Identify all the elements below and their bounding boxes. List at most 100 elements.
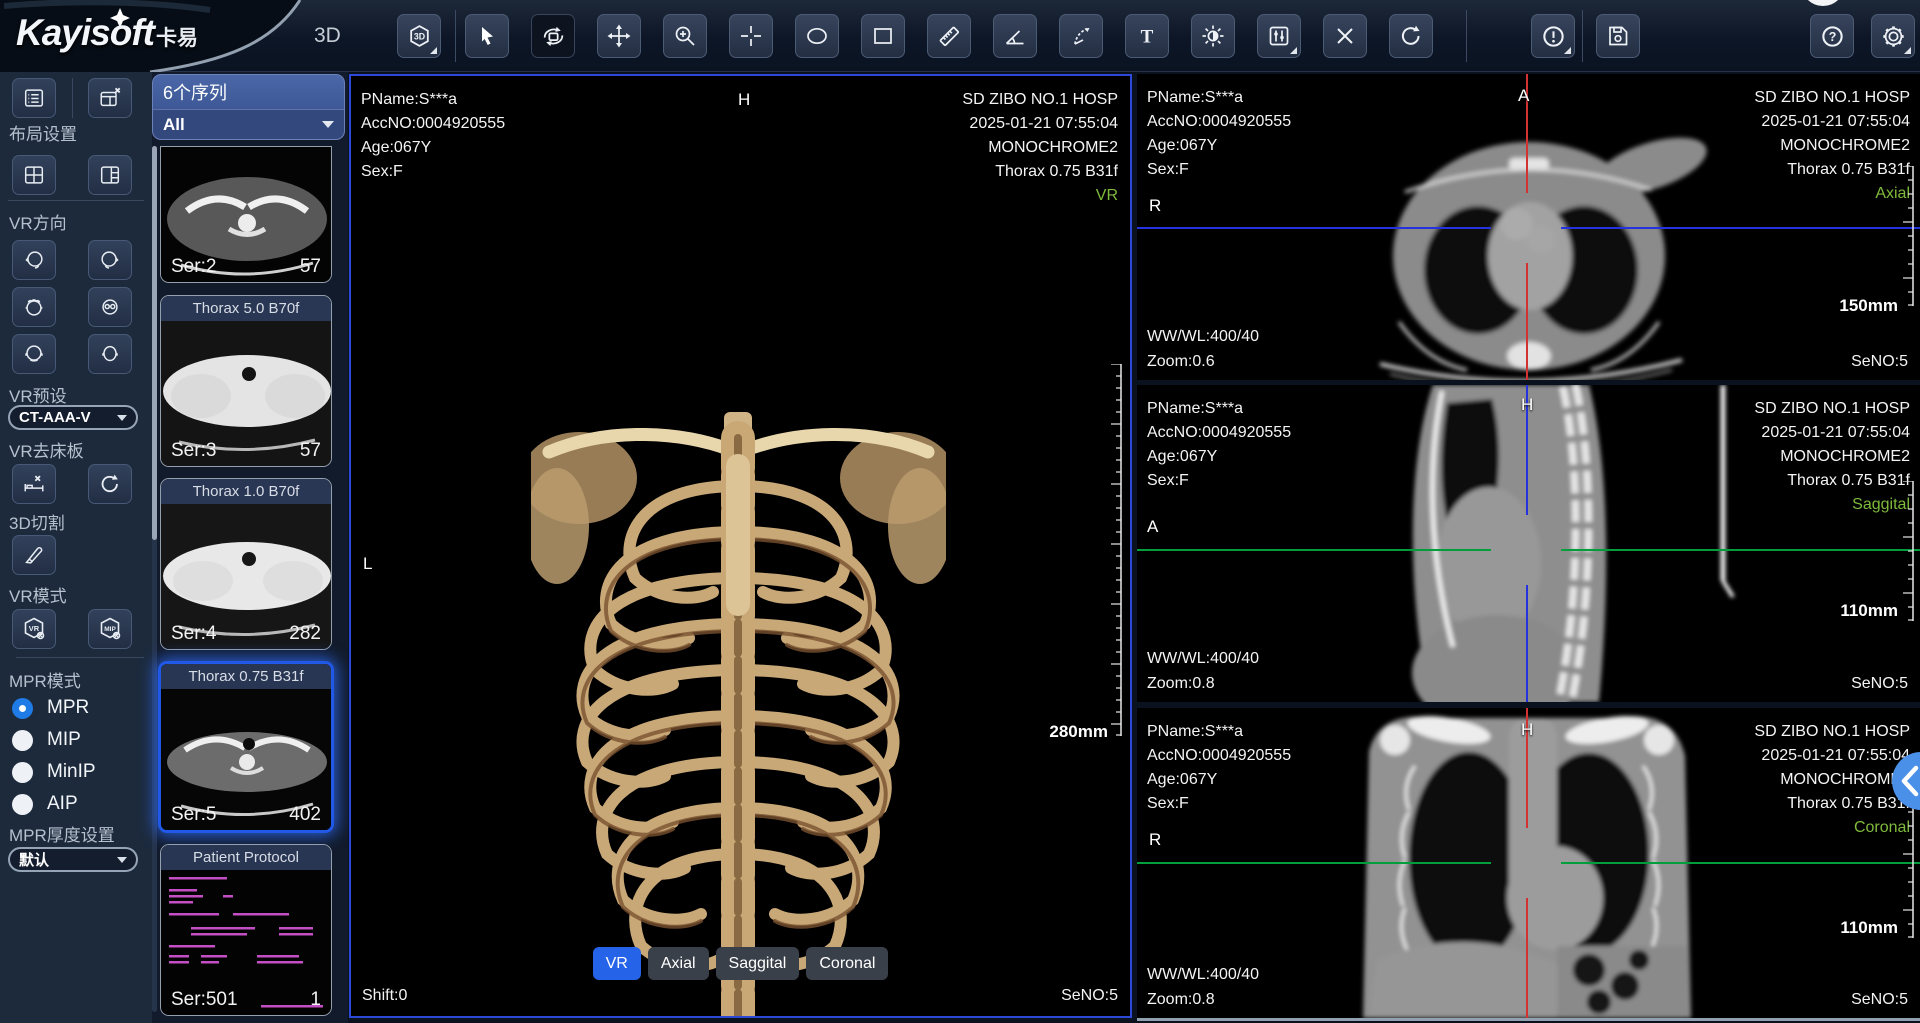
mpr-thickness-dropdown[interactable]: 默认 xyxy=(8,847,138,872)
crosshair-horizontal[interactable] xyxy=(1137,227,1491,229)
alert-info-button[interactable] xyxy=(1531,14,1575,58)
view-button-saggital[interactable]: Saggital xyxy=(716,947,800,980)
ellipse-tool-button[interactable] xyxy=(795,14,839,58)
rotate-3d-tool-button[interactable] xyxy=(531,14,575,58)
crosshair-tool-button[interactable] xyxy=(729,14,773,58)
view-button-coronal[interactable]: Coronal xyxy=(806,947,888,980)
crosshair-horizontal[interactable] xyxy=(1137,862,1491,864)
crosshair-horizontal[interactable] xyxy=(1561,862,1920,864)
photometric: MONOCHROME2 xyxy=(962,136,1118,160)
pan-tool-button[interactable] xyxy=(597,14,641,58)
vr-head-left-button[interactable] xyxy=(12,240,56,280)
brightness-tool-button[interactable] xyxy=(1191,14,1235,58)
series-scrollbar-thumb[interactable] xyxy=(152,146,157,540)
series-number: Ser:3 xyxy=(171,440,216,462)
delete-annotation-button[interactable] xyxy=(1323,14,1367,58)
series-thumbnail-ser4[interactable]: Thorax 1.0 B70f Ser:4 282 xyxy=(160,478,332,650)
layout-split-button[interactable] xyxy=(88,155,132,195)
view-button-axial[interactable]: Axial xyxy=(648,947,709,980)
close-panel-layout-button[interactable] xyxy=(88,78,132,118)
crosshair-vertical[interactable] xyxy=(1526,898,1528,1018)
scale-ruler xyxy=(1896,166,1916,306)
series-thumbnail-ser2[interactable]: Ser:2 57 xyxy=(160,146,332,283)
mpr-saggital-viewport[interactable]: PName:S***a AccNO:0004920555 Age:067Y Se… xyxy=(1137,385,1920,702)
view-button-vr[interactable]: VR xyxy=(593,947,641,980)
zoom-value: Zoom:0.8 xyxy=(1147,987,1259,1012)
vr-mode-mip-button[interactable]: MIP xyxy=(88,609,132,649)
save-button[interactable] xyxy=(1596,14,1640,58)
cursor-tool-button[interactable] xyxy=(465,14,509,58)
cube-3d-icon: 3D xyxy=(406,23,433,50)
cobb-angle-tool-button[interactable] xyxy=(1059,14,1103,58)
crosshair-vertical[interactable] xyxy=(1526,585,1528,702)
mpr-axial-viewport[interactable]: PName:S***a AccNO:0004920555 Age:067Y Se… xyxy=(1137,74,1920,380)
hexagon-vr-icon: VR xyxy=(21,616,47,642)
mpr-radio-minip[interactable]: MinIP xyxy=(12,761,96,783)
orientation-marker-top: H xyxy=(738,90,750,110)
list-panel-icon xyxy=(22,86,46,110)
vr-mode-vr-button[interactable]: VR xyxy=(12,609,56,649)
series-number: Ser:4 xyxy=(171,623,216,645)
crosshair-horizontal[interactable] xyxy=(1561,227,1920,229)
layout-3d-button[interactable]: 3D xyxy=(397,14,441,58)
window-level-button[interactable] xyxy=(1257,14,1301,58)
orientation-marker-left: R xyxy=(1149,196,1161,216)
image-count: 402 xyxy=(289,804,321,826)
view-type-label: VR xyxy=(962,184,1118,208)
cut-3d-section-label: 3D切割 xyxy=(9,509,65,534)
vr-head-top-button[interactable] xyxy=(12,287,56,327)
patient-age: Age:067Y xyxy=(1147,134,1291,158)
rectangle-tool-button[interactable] xyxy=(861,14,905,58)
angle-tool-button[interactable] xyxy=(993,14,1037,58)
vr-head-front-button[interactable] xyxy=(88,287,132,327)
vr-preset-dropdown[interactable]: CT-AAA-V xyxy=(8,405,138,430)
remove-bed-button[interactable] xyxy=(12,464,56,504)
reset-view-button[interactable] xyxy=(1389,14,1433,58)
vr-preset-section-label: VR预设 xyxy=(9,382,67,407)
series-filter-dropdown[interactable]: All xyxy=(152,109,345,140)
mpr-radio-aip[interactable]: AIP xyxy=(12,793,78,815)
view-type-label: Axial xyxy=(1754,182,1910,206)
vr-head-right-button[interactable] xyxy=(88,240,132,280)
vr-debed-section-label: VR去床板 xyxy=(9,437,84,462)
series-thumbnail-ser501[interactable]: Patient Protocol Ser:501 1 xyxy=(160,844,332,1016)
scalpel-cut-button[interactable] xyxy=(12,535,56,575)
mpr-radio-mpr[interactable]: MPR xyxy=(12,697,89,719)
series-number: Ser:2 xyxy=(171,256,216,278)
toolbar-divider xyxy=(1582,10,1583,62)
head-face-icon xyxy=(98,342,122,366)
scale-label: 280mm xyxy=(1049,722,1108,742)
debed-reset-button[interactable] xyxy=(88,464,132,504)
vr-head-back-button[interactable] xyxy=(12,334,56,374)
crosshair-horizontal[interactable] xyxy=(1561,549,1920,551)
image-count: 57 xyxy=(300,440,321,462)
vr-3d-viewport[interactable]: PName:S***a AccNO:0004920555 Age:067Y Se… xyxy=(349,74,1132,1018)
layout-grid-button[interactable] xyxy=(12,155,56,195)
crosshair-vertical[interactable] xyxy=(1526,263,1528,380)
settings-button[interactable] xyxy=(1871,14,1915,58)
ruler-tool-button[interactable] xyxy=(927,14,971,58)
window-info-overlay: WW/WL:400/40 Zoom:0.6 xyxy=(1147,324,1259,374)
series-list-toggle-button[interactable] xyxy=(12,78,56,118)
chevron-down-icon xyxy=(322,121,334,128)
patient-sex: Sex:F xyxy=(1147,792,1291,816)
help-button[interactable]: ? xyxy=(1810,14,1854,58)
panel-close-icon xyxy=(98,86,122,110)
text-tool-button[interactable]: T xyxy=(1125,14,1169,58)
mpr-coronal-viewport[interactable]: PName:S***a AccNO:0004920555 Age:067Y Se… xyxy=(1137,708,1920,1018)
scale-ruler xyxy=(1102,364,1124,736)
orientation-marker-left: A xyxy=(1147,517,1158,537)
series-thumbnail-ser5-selected[interactable]: Thorax 0.75 B31f Ser:5 402 xyxy=(158,661,334,833)
bed-remove-icon xyxy=(22,472,46,496)
zoom-tool-button[interactable] xyxy=(663,14,707,58)
avatar[interactable] xyxy=(1801,0,1845,6)
orientation-marker-left: L xyxy=(363,554,372,574)
scale-label: 150mm xyxy=(1839,296,1898,316)
crosshair-horizontal[interactable] xyxy=(1137,549,1491,551)
split-panel-icon xyxy=(98,163,122,187)
series-thumbnail-ser3[interactable]: Thorax 5.0 B70f Ser:3 57 xyxy=(160,295,332,467)
head-back-icon xyxy=(22,342,46,366)
study-info-overlay: SD ZIBO NO.1 HOSP 2025-01-21 07:55:04 MO… xyxy=(962,88,1118,208)
mpr-radio-mip[interactable]: MIP xyxy=(12,729,81,751)
vr-head-face-button[interactable] xyxy=(88,334,132,374)
